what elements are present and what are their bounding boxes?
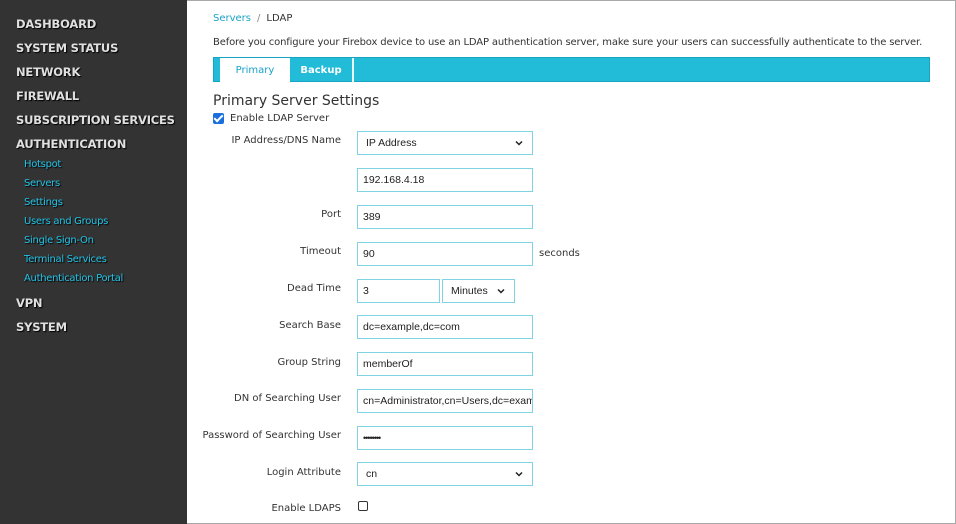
ip-dns-label: IP Address/DNS Name <box>231 135 341 146</box>
ip-address-input[interactable]: 192.168.4.18 <box>357 168 533 192</box>
nav-sub-authentication-portal[interactable]: Authentication Portal <box>24 273 123 284</box>
dead-time-label: Dead Time <box>287 283 341 294</box>
nav-subscription-services[interactable]: SUBSCRIPTION SERVICES <box>16 113 175 127</box>
login-attribute-label: Login Attribute <box>266 467 341 478</box>
dead-time-input[interactable]: 3 <box>357 279 440 303</box>
port-label: Port <box>321 209 341 220</box>
dead-time-unit-value: Minutes <box>451 285 488 297</box>
nav-authentication[interactable]: AUTHENTICATION <box>16 137 126 151</box>
nav-dashboard[interactable]: DASHBOARD <box>16 17 96 31</box>
nav-vpn[interactable]: VPN <box>16 296 43 310</box>
nav-sub-settings[interactable]: Settings <box>24 197 63 208</box>
port-input[interactable]: 389 <box>357 205 533 229</box>
tab-primary[interactable]: Primary <box>220 58 290 83</box>
enable-ldaps-label: Enable LDAPS <box>271 503 341 514</box>
login-attribute-select[interactable]: cn <box>357 462 533 486</box>
nav-sub-users-and-groups[interactable]: Users and Groups <box>24 216 108 227</box>
chevron-down-icon <box>515 140 523 146</box>
chevron-down-icon <box>497 288 505 294</box>
chevron-down-icon <box>515 471 523 477</box>
nav-sub-terminal-services[interactable]: Terminal Services <box>24 254 107 265</box>
tab-backup[interactable]: Backup <box>290 58 354 82</box>
dn-searching-user-input[interactable]: cn=Administrator,cn=Users,dc=exampl <box>357 389 533 413</box>
dead-time-unit-select[interactable]: Minutes <box>442 279 515 303</box>
breadcrumb-current: LDAP <box>266 13 293 24</box>
group-string-label: Group String <box>277 357 341 368</box>
breadcrumb: Servers / LDAP <box>213 13 292 24</box>
nav-sub-servers[interactable]: Servers <box>24 178 60 189</box>
sidebar: DASHBOARD SYSTEM STATUS NETWORK FIREWALL… <box>0 0 187 524</box>
breadcrumb-servers-link[interactable]: Servers <box>213 13 251 24</box>
nav-system-status[interactable]: SYSTEM STATUS <box>16 41 118 55</box>
timeout-label: Timeout <box>300 246 341 257</box>
login-attribute-value: cn <box>366 468 378 480</box>
breadcrumb-separator: / <box>257 13 261 24</box>
tab-bar: Primary Backup <box>213 57 930 83</box>
dn-searching-user-label: DN of Searching User <box>234 393 341 404</box>
nav-network[interactable]: NETWORK <box>16 65 80 79</box>
nav-firewall[interactable]: FIREWALL <box>16 89 79 103</box>
password-searching-user-input[interactable]: •••••••• <box>357 426 533 450</box>
ip-dns-type-value: IP Address <box>366 137 417 149</box>
enable-ldap-label: Enable LDAP Server <box>230 113 330 124</box>
main-content: Servers / LDAP Before you configure your F… <box>187 0 955 523</box>
group-string-input[interactable]: memberOf <box>357 352 533 376</box>
password-searching-user-label: Password of Searching User <box>202 430 342 441</box>
search-base-input[interactable]: dc=example,dc=com <box>357 315 533 339</box>
search-base-label: Search Base <box>279 320 341 331</box>
nav-sub-hotspot[interactable]: Hotspot <box>24 159 61 170</box>
enable-ldap-checkbox[interactable] <box>213 113 224 124</box>
nav-sub-single-sign-on[interactable]: Single Sign-On <box>24 235 94 246</box>
section-title: Primary Server Settings <box>213 93 380 109</box>
ip-dns-type-select[interactable]: IP Address <box>357 131 533 155</box>
timeout-suffix: seconds <box>539 248 580 259</box>
timeout-input[interactable]: 90 <box>357 242 533 266</box>
intro-text: Before you configure your Firebox device… <box>213 37 923 48</box>
enable-ldaps-checkbox[interactable] <box>358 501 368 511</box>
nav-system[interactable]: SYSTEM <box>16 320 67 334</box>
enable-ldap-row: Enable LDAP Server <box>213 113 329 124</box>
